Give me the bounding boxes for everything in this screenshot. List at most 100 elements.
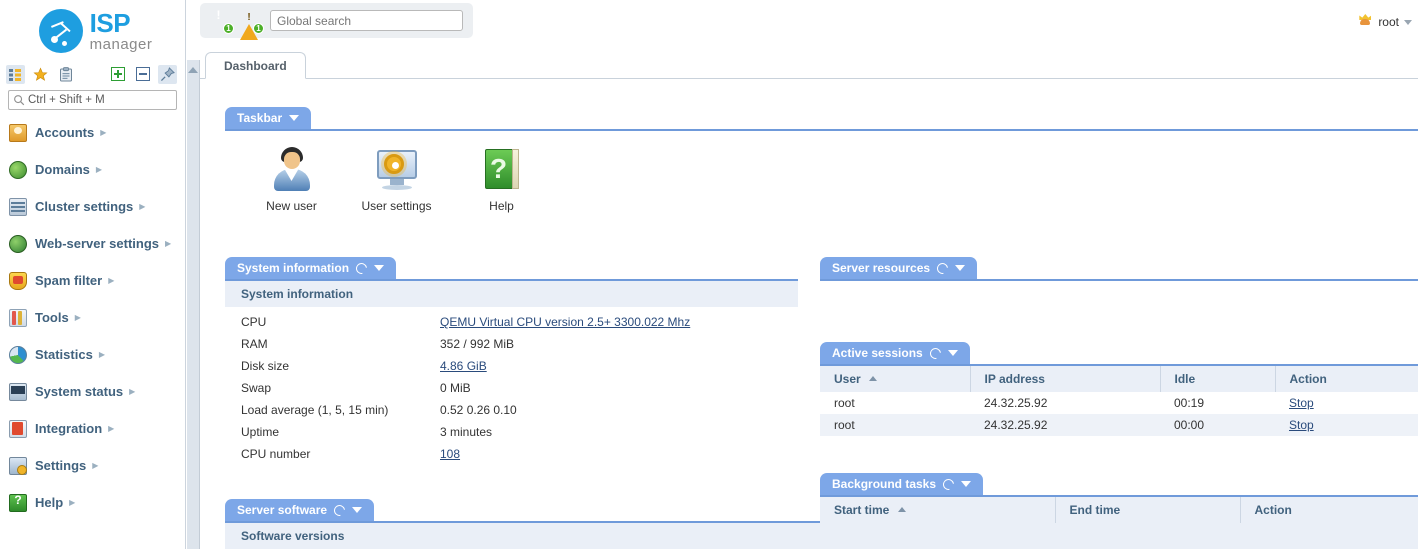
info-row: CPU QEMU Virtual CPU version 2.5+ 3300.0… — [225, 311, 798, 333]
refresh-icon[interactable] — [331, 502, 348, 518]
sidebar-item-label: Domains — [35, 162, 90, 177]
refresh-icon[interactable] — [927, 345, 943, 361]
info-value[interactable]: 4.86 GiB — [440, 359, 798, 373]
sidebar-item-web-server-settings[interactable]: Web-server settings ▶ — [0, 231, 185, 256]
accounts-icon — [9, 123, 27, 142]
sidebar-collapse-strip[interactable] — [187, 60, 200, 549]
logo[interactable]: ISP manager — [0, 0, 185, 62]
sidebar-item-label: Tools — [35, 310, 69, 325]
info-value[interactable]: 108 — [440, 447, 798, 461]
sidebar-item-domains[interactable]: Domains ▶ — [0, 157, 185, 182]
server-software-panel-header[interactable]: Server software — [225, 499, 375, 521]
chevron-right-icon: ▶ — [69, 498, 76, 507]
error-notification-icon[interactable]: 1 — [210, 10, 234, 34]
statistics-icon — [9, 345, 27, 364]
logo-secondary: manager — [89, 36, 153, 53]
taskbar-panel: Taskbar New user User settings ? Help — [225, 107, 1418, 213]
chevron-right-icon: ▶ — [95, 165, 103, 174]
chevron-down-icon[interactable] — [352, 507, 363, 513]
sidebar-item-help[interactable]: Help ▶ — [0, 490, 185, 515]
panel-divider — [820, 279, 1418, 281]
sidebar-item-settings[interactable]: Settings ▶ — [0, 453, 185, 478]
column-header-end-time[interactable]: End time — [1055, 497, 1241, 523]
user-menu[interactable]: root — [1357, 14, 1412, 30]
stop-session-link[interactable]: Stop — [1289, 418, 1314, 432]
info-key: RAM — [241, 337, 268, 351]
cell-idle: 00:00 — [1160, 414, 1275, 436]
sidebar-menu: Accounts ▶ Domains ▶ Cluster settings ▶ … — [0, 120, 185, 515]
column-label: Action — [1254, 503, 1292, 517]
refresh-icon[interactable] — [940, 476, 957, 492]
new-user-icon — [268, 145, 316, 193]
info-key: CPU — [241, 315, 267, 329]
sidebar-item-spam-filter[interactable]: Spam filter ▶ — [0, 268, 185, 293]
cell-action: Stop — [1275, 392, 1418, 414]
tab-dashboard[interactable]: Dashboard — [205, 52, 306, 79]
table-header-row: Start time End time Action — [820, 497, 1418, 523]
tree-view-icon[interactable] — [6, 64, 25, 84]
column-header-user[interactable]: User — [820, 366, 971, 392]
table-row[interactable]: root 24.32.25.92 00:19 Stop — [820, 392, 1418, 414]
sidebar-item-accounts[interactable]: Accounts ▶ — [0, 120, 185, 145]
background-tasks-panel-header[interactable]: Background tasks — [820, 473, 984, 495]
chevron-down-icon[interactable] — [374, 265, 385, 271]
column-header-start-time[interactable]: Start time — [820, 497, 1056, 523]
isp-manager-app: ISP manager Ctrl + Shift + M Accounts ▶ … — [0, 0, 1418, 549]
info-value[interactable]: QEMU Virtual CPU version 2.5+ 3300.022 M… — [440, 315, 798, 329]
warning-notification-icon[interactable]: 1 — [240, 10, 264, 40]
tools-icon — [9, 308, 27, 327]
server-software-subheader: Software versions — [225, 523, 1418, 549]
cell-action: Stop — [1275, 414, 1418, 436]
logo-primary: ISP — [89, 8, 131, 38]
server-resources-panel-header[interactable]: Server resources — [820, 257, 978, 279]
sidebar-item-system-status[interactable]: System status ▶ — [0, 379, 185, 404]
refresh-icon[interactable] — [934, 260, 951, 276]
sidebar-search[interactable] — [8, 90, 182, 110]
column-label: Idle — [1174, 372, 1196, 386]
taskbar-item-new-user[interactable]: New user — [239, 145, 344, 213]
cell-user: root — [820, 414, 970, 436]
chevron-right-icon: ▶ — [165, 239, 172, 248]
column-label: Action — [1289, 372, 1327, 386]
stop-session-link[interactable]: Stop — [1289, 396, 1314, 410]
taskbar-item-user-settings[interactable]: User settings — [344, 145, 449, 213]
global-search-input[interactable] — [270, 10, 463, 31]
collapse-all-icon[interactable] — [133, 65, 152, 84]
spam-filter-icon — [9, 271, 27, 290]
chevron-down-icon[interactable] — [961, 481, 972, 487]
table-row[interactable]: root 24.32.25.92 00:00 Stop — [820, 414, 1418, 436]
topbar: 1 1 root — [200, 0, 1418, 40]
active-sessions-panel-header[interactable]: Active sessions — [820, 342, 970, 364]
sidebar-item-label: Cluster settings — [35, 199, 134, 214]
column-header-idle[interactable]: Idle — [1160, 366, 1276, 392]
sidebar-item-label: Statistics — [35, 347, 93, 362]
sidebar-item-statistics[interactable]: Statistics ▶ — [0, 342, 185, 367]
logo-text: ISP manager — [90, 10, 153, 52]
chevron-down-icon[interactable] — [947, 350, 958, 356]
favorites-star-icon[interactable] — [31, 65, 50, 84]
sidebar-item-label: Web-server settings — [35, 236, 160, 251]
chevron-down-icon[interactable] — [955, 265, 966, 271]
content-area: Taskbar New user User settings ? Help Sy… — [200, 79, 1418, 549]
system-information-rows: CPU QEMU Virtual CPU version 2.5+ 3300.0… — [225, 307, 798, 465]
search-icon — [14, 95, 25, 106]
background-tasks-table: Start time End time Action — [820, 497, 1418, 523]
column-header-action[interactable]: Action — [1275, 366, 1418, 392]
system-information-panel-header[interactable]: System information — [225, 257, 397, 279]
chevron-right-icon: ▶ — [98, 350, 105, 359]
info-key: Uptime — [241, 425, 280, 439]
taskbar-panel-header[interactable]: Taskbar — [225, 107, 312, 129]
chevron-down-icon[interactable] — [289, 115, 300, 121]
sidebar-item-tools[interactable]: Tools ▶ — [0, 305, 185, 330]
taskbar-item-help[interactable]: ? Help — [449, 145, 554, 213]
clipboard-icon[interactable] — [56, 65, 75, 84]
pin-icon[interactable] — [158, 64, 177, 84]
column-header-ip-address[interactable]: IP address — [970, 366, 1161, 392]
info-row: Swap 0 MiB — [225, 377, 798, 399]
sidebar-search-input[interactable] — [28, 94, 182, 106]
expand-all-icon[interactable] — [108, 65, 127, 84]
column-header-action[interactable]: Action — [1240, 497, 1418, 523]
refresh-icon[interactable] — [353, 260, 370, 276]
sidebar-item-integration[interactable]: Integration ▶ — [0, 416, 185, 441]
sidebar-item-cluster-settings[interactable]: Cluster settings ▶ — [0, 194, 185, 219]
